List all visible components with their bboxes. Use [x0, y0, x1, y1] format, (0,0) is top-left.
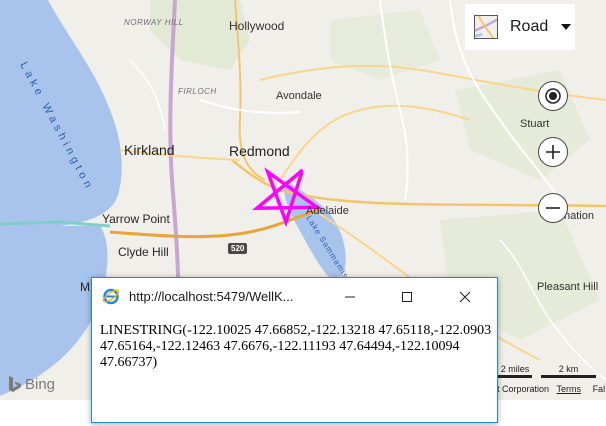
map-style-selector[interactable]: Road	[465, 4, 575, 50]
map-label-redmond: Redmond	[229, 143, 290, 159]
scale-km-bar	[541, 375, 596, 378]
plus-icon	[546, 145, 560, 159]
map-label-hollywood: Hollywood	[229, 19, 285, 33]
map-label-avondale: Avondale	[276, 90, 322, 102]
scale-km: 2 km	[541, 364, 596, 378]
map-label-firloch: FIRLOCH	[178, 87, 217, 96]
map-label-clyde-hill: Clyde Hill	[118, 245, 169, 259]
copyright-bar: t Corporation Terms Fal	[497, 384, 605, 394]
chevron-down-icon	[561, 24, 572, 30]
wkt-output-text: LINESTRING(-122.10025 47.66852,-122.1321…	[100, 323, 492, 370]
map-label-norway-hill: NORWAY HILL	[124, 18, 184, 27]
close-button[interactable]	[442, 278, 488, 315]
minus-icon	[546, 207, 560, 209]
popup-url: http://localhost:5479/WellK...	[129, 289, 294, 304]
scale-miles-label: 2 miles	[500, 364, 530, 374]
maximize-icon	[402, 291, 412, 302]
map-style-label: Road	[510, 18, 549, 35]
minimize-button[interactable]	[327, 278, 373, 315]
zoom-out-button[interactable]	[538, 193, 568, 223]
minimize-icon	[345, 296, 355, 297]
bing-logo[interactable]: Bing	[8, 375, 55, 393]
locate-me-button[interactable]	[538, 81, 568, 111]
internet-explorer-icon	[102, 288, 120, 305]
route-520-shield: 520	[228, 243, 248, 254]
map-label-nation: nation	[564, 210, 594, 222]
scale-miles-bar	[498, 375, 532, 378]
popup-window: http://localhost:5479/WellK... LINESTRIN…	[91, 277, 498, 423]
scale-miles: 2 miles	[498, 364, 532, 378]
map-label-kirkland: Kirkland	[124, 142, 175, 158]
bing-b-icon	[9, 376, 21, 392]
map-label-pleasant-hill: Pleasant Hill	[537, 281, 599, 293]
map-label-m-partial: M	[80, 280, 90, 294]
maximize-button[interactable]	[384, 278, 430, 315]
terms-link[interactable]: Terms	[557, 384, 582, 394]
popup-titlebar[interactable]: http://localhost:5479/WellK...	[92, 278, 497, 315]
road-thumbnail-icon	[474, 15, 498, 39]
scale-km-label: 2 km	[558, 364, 579, 374]
close-icon	[459, 291, 471, 302]
copyright-more: Fal	[592, 384, 606, 394]
map-label-yarrow-point: Yarrow Point	[102, 212, 170, 226]
bing-logo-text: Bing	[25, 375, 56, 393]
map-label-stuart: Stuart	[520, 118, 550, 130]
zoom-in-button[interactable]	[538, 137, 568, 167]
locate-me-icon	[545, 88, 561, 104]
copyright-text: t Corporation	[497, 384, 550, 394]
